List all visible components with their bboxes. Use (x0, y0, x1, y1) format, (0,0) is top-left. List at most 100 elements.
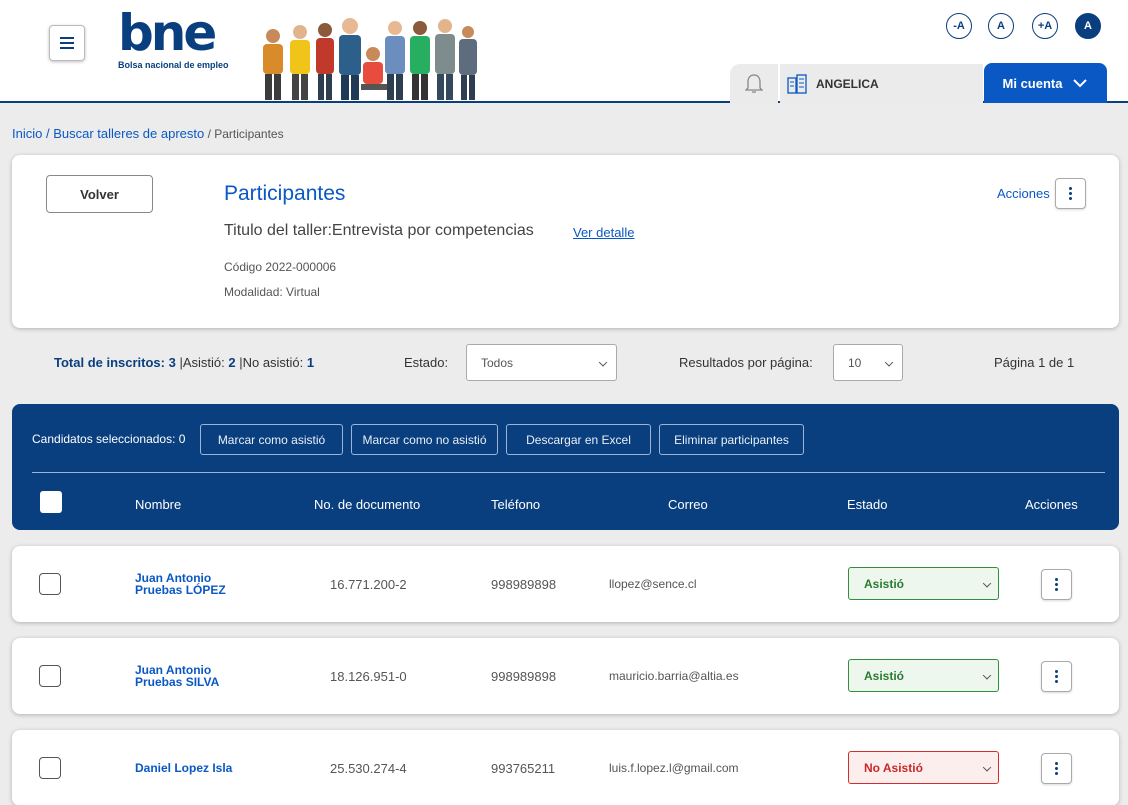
participant-last-name: Pruebas SILVA (135, 675, 220, 689)
row-actions-button[interactable] (1041, 753, 1072, 784)
attendance-value: No Asistió (864, 760, 923, 775)
participant-first-name: Daniel Lopez Isla (135, 761, 233, 775)
account-button[interactable]: Mi cuenta (984, 63, 1107, 103)
table-header-panel: Candidatos seleccionados: 0 Marcar como … (12, 404, 1119, 530)
logo-text: bne (118, 4, 217, 62)
column-header-telefono: Teléfono (491, 497, 541, 512)
no-asistio-value: 1 (306, 355, 315, 370)
bell-icon (745, 73, 763, 93)
row-checkbox[interactable] (39, 665, 61, 687)
download-excel-button[interactable]: Descargar en Excel (506, 424, 651, 455)
notifications-button[interactable] (730, 64, 778, 103)
column-header-estado: Estado (847, 497, 888, 512)
total-value: 3 (168, 355, 176, 370)
back-button[interactable]: Volver (46, 175, 153, 213)
menu-button[interactable] (49, 25, 85, 61)
participant-phone: 998989898 (491, 577, 557, 592)
table-row: Juan Antonio Pruebas LÓPEZ 16.771.200-2 … (12, 546, 1119, 622)
actions-label: Acciones (997, 186, 1050, 201)
results-per-page-label: Resultados por página: (679, 355, 813, 370)
account-label: Mi cuenta (1002, 75, 1063, 91)
attendance-select[interactable]: Asistió (848, 659, 999, 692)
enrollment-stats: Total de inscritos: 3 |Asistió: 2 |No as… (54, 355, 314, 370)
no-asistio-label: |No asistió: (235, 355, 307, 370)
column-header-nombre: Nombre (135, 497, 182, 512)
attendance-value: Asistió (864, 576, 905, 591)
participant-email: luis.f.lopez.l@gmail.com (609, 761, 739, 775)
mark-not-attended-button[interactable]: Marcar como no asistió (351, 424, 498, 455)
total-label: Total de inscritos: (54, 355, 169, 370)
row-actions-button[interactable] (1041, 661, 1072, 692)
font-decrease-button[interactable]: -A (946, 13, 972, 39)
font-increase-button[interactable]: +A (1032, 13, 1058, 39)
chevron-down-icon (982, 670, 992, 680)
column-header-correo: Correo (668, 497, 708, 512)
row-checkbox[interactable] (39, 573, 61, 595)
logo-subtitle: Bolsa nacional de empleo (118, 60, 229, 70)
table-row: Daniel Lopez Isla 25.530.274-4 993765211… (12, 730, 1119, 805)
select-all-checkbox[interactable] (40, 491, 62, 513)
participant-name-link[interactable]: Juan Antonio Pruebas LÓPEZ (135, 572, 255, 596)
breadcrumb-separator: / (42, 126, 54, 141)
mark-attended-button[interactable]: Marcar como asistió (200, 424, 343, 455)
attendance-value: Asistió (864, 668, 905, 683)
breadcrumb-current: / Participantes (204, 127, 284, 141)
breadcrumb-home-link[interactable]: Inicio (12, 126, 42, 141)
participant-document: 25.530.274-4 (330, 761, 407, 776)
more-vertical-icon (1069, 192, 1072, 195)
workshop-title: Titulo del taller:Entrevista por compete… (224, 222, 534, 239)
column-header-acciones: Acciones (1025, 497, 1078, 512)
header-divider (32, 472, 1105, 473)
chevron-down-icon (884, 357, 894, 367)
high-contrast-button[interactable]: A (1075, 13, 1101, 39)
more-vertical-icon (1055, 767, 1058, 770)
results-per-page-value: 10 (848, 355, 862, 370)
workshop-modality: Modalidad: Virtual (224, 285, 320, 299)
participant-phone: 993765211 (491, 761, 556, 776)
selected-count: Candidatos seleccionados: 0 (32, 432, 186, 446)
user-name: ANGELICA (816, 76, 879, 91)
participant-email: llopez@sence.cl (609, 577, 697, 591)
user-menu[interactable]: ANGELICA (780, 64, 983, 103)
delete-participants-button[interactable]: Eliminar participantes (659, 424, 804, 455)
status-filter-value: Todos (481, 355, 514, 370)
pagination-info: Página 1 de 1 (994, 355, 1075, 370)
more-vertical-icon (1055, 675, 1058, 678)
participant-phone: 998989898 (491, 669, 557, 684)
results-per-page-select[interactable]: 10 (833, 344, 903, 381)
participant-email: mauricio.barria@altia.es (609, 669, 739, 683)
top-header: bne Bolsa nacional de empleo -A A +A A A… (0, 0, 1128, 103)
status-filter-select[interactable]: Todos (466, 344, 617, 381)
breadcrumb: Inicio / Buscar talleres de apresto / Pa… (12, 126, 284, 141)
asistio-label: |Asistió: (175, 355, 229, 370)
participant-last-name: Pruebas LÓPEZ (135, 583, 226, 597)
building-icon (787, 73, 807, 94)
workers-illustration (263, 18, 477, 100)
column-header-documento: No. de documento (314, 497, 421, 512)
bne-logo[interactable]: bne Bolsa nacional de empleo (118, 8, 253, 70)
chevron-down-icon (598, 357, 608, 367)
chevron-down-icon (982, 578, 992, 588)
page-title: Participantes (224, 182, 346, 205)
chevron-down-icon (1073, 79, 1088, 88)
row-checkbox[interactable] (39, 757, 61, 779)
row-actions-button[interactable] (1041, 569, 1072, 600)
hamburger-icon (60, 42, 74, 44)
more-vertical-icon (1055, 583, 1058, 586)
card-actions-button[interactable] (1055, 178, 1086, 209)
participant-document: 18.126.951-0 (330, 669, 407, 684)
font-reset-button[interactable]: A (988, 13, 1014, 39)
participant-name-link[interactable]: Juan Antonio Pruebas SILVA (135, 664, 255, 688)
chevron-down-icon (982, 762, 992, 772)
asistio-value: 2 (228, 355, 236, 370)
breadcrumb-search-link[interactable]: Buscar talleres de apresto (53, 126, 204, 141)
attendance-select[interactable]: No Asistió (848, 751, 999, 784)
workshop-code: Código 2022-000006 (224, 260, 337, 274)
participant-name-link[interactable]: Daniel Lopez Isla (135, 762, 255, 774)
view-detail-link[interactable]: Ver detalle (573, 225, 634, 240)
attendance-select[interactable]: Asistió (848, 567, 999, 600)
participant-document: 16.771.200-2 (330, 577, 407, 592)
table-row: Juan Antonio Pruebas SILVA 18.126.951-0 … (12, 638, 1119, 714)
status-filter-label: Estado: (404, 355, 449, 370)
workshop-card: Volver Participantes Titulo del taller:E… (12, 155, 1119, 328)
